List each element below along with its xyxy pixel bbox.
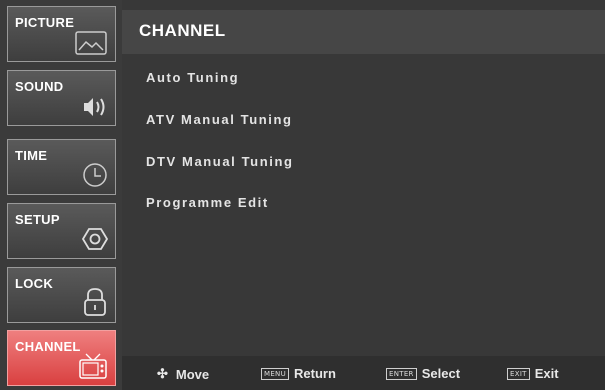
tab-channel-label: CHANNEL	[15, 339, 81, 354]
speaker-icon	[84, 98, 105, 116]
picture-icon	[75, 31, 107, 55]
hint-move-label: Move	[175, 366, 210, 382]
tab-time-label: TIME	[15, 148, 48, 163]
menu-item-auto-tuning[interactable]: Auto Tuning	[146, 70, 239, 85]
hint-select: ENTER Select	[386, 366, 460, 381]
hint-return-label: Return	[294, 366, 336, 381]
menu-item-atv-manual-tuning[interactable]: ATV Manual Tuning	[146, 112, 293, 127]
hint-return: MENU Return	[261, 366, 336, 381]
tab-lock[interactable]: LOCK	[7, 267, 116, 323]
sidebar: PICTURE SOUND TIME SETUP LOCK CHANNEL	[0, 0, 122, 390]
tab-setup[interactable]: SETUP	[7, 203, 116, 259]
panel-header: CHANNEL	[122, 10, 605, 54]
hint-exit: EXIT Exit	[507, 366, 559, 381]
lock-icon	[84, 288, 106, 316]
tab-lock-label: LOCK	[15, 276, 54, 291]
tab-picture-label: PICTURE	[15, 15, 75, 30]
tab-sound-label: SOUND	[15, 79, 64, 94]
enter-key-icon: ENTER	[386, 367, 417, 380]
tab-channel[interactable]: CHANNEL	[7, 330, 116, 386]
gear-icon	[81, 228, 108, 250]
exit-key-icon: EXIT	[507, 367, 530, 380]
hint-exit-label: Exit	[534, 366, 559, 381]
tv-icon	[79, 353, 107, 379]
footer-hints: ✣ Move MENU Return ENTER Select EXIT Exi…	[122, 356, 605, 390]
tab-setup-label: SETUP	[15, 212, 60, 227]
menu-key-icon: MENU	[261, 367, 290, 380]
clock-icon	[83, 163, 107, 187]
menu-item-dtv-manual-tuning[interactable]: DTV Manual Tuning	[146, 154, 294, 169]
page-title: CHANNEL	[139, 21, 226, 40]
tab-time[interactable]: TIME	[7, 139, 116, 195]
tv-osd-screen: PICTURE SOUND TIME SETUP LOCK CHANNEL CH…	[0, 0, 605, 390]
move-arrows-icon: ✣	[157, 366, 168, 381]
hint-select-label: Select	[421, 366, 461, 381]
channel-panel: CHANNEL Auto Tuning ATV Manual Tuning DT…	[122, 0, 605, 356]
tab-picture[interactable]: PICTURE	[7, 6, 116, 62]
tab-sound[interactable]: SOUND	[7, 70, 116, 126]
hint-move: ✣ Move	[157, 366, 209, 382]
menu-item-programme-edit[interactable]: Programme Edit	[146, 195, 269, 210]
